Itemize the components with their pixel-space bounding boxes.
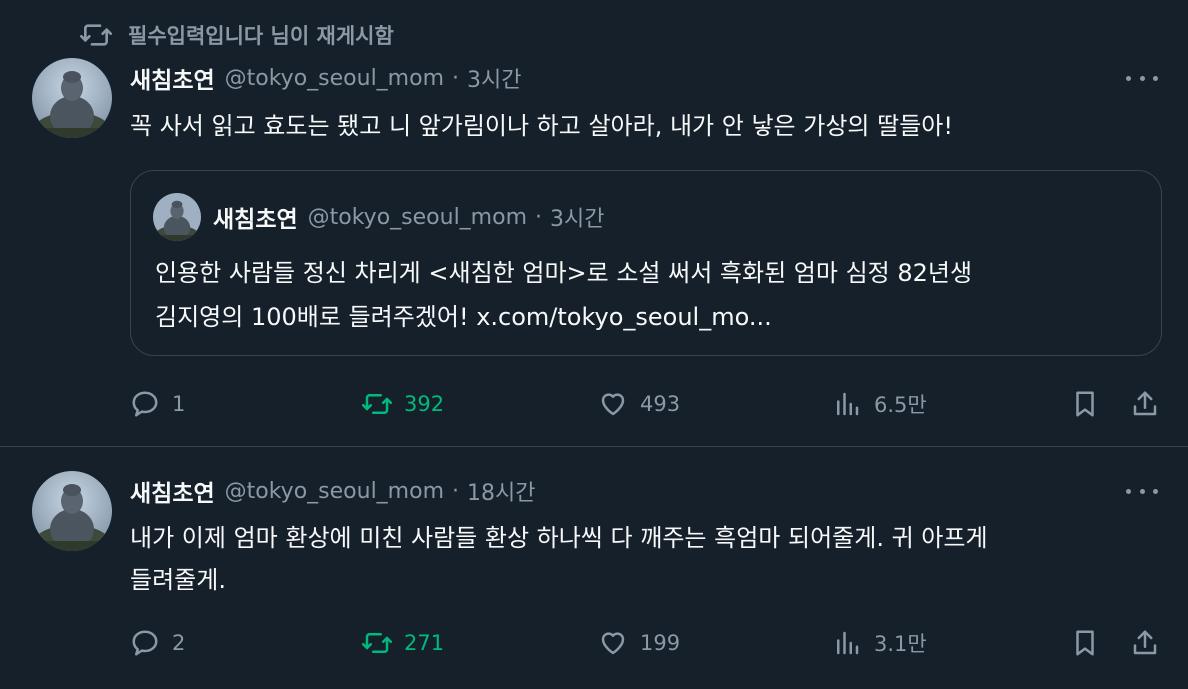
more-button[interactable] [1126,68,1158,88]
tweet[interactable]: 새침초연 @tokyo_seoul_mom · 18시간 내가 이제 엄마 환상… [0,447,1188,689]
views-count: 3.1만 [874,632,927,656]
quoted-text-line: 인용한 사람들 정신 차리게 <새침한 엄마>로 소설 써서 흑화된 엄마 심정… [155,259,973,287]
views-count: 6.5만 [874,393,927,417]
tweet-header: 새침초연 @tokyo_seoul_mom · 18시간 [130,473,535,509]
retweet-banner[interactable]: 필수입력입니다 님이 재게시함 [80,18,394,52]
buddha-statue-avatar [153,193,201,241]
tweet-header: 새침초연 @tokyo_seoul_mom · 3시간 [130,60,521,96]
repost-button[interactable]: 271 [362,623,444,663]
bookmark-button[interactable] [1070,623,1112,663]
quoted-text-line: 김지영의 100배로 들려주겠어! x.com/tokyo_seoul_mo..… [155,303,772,331]
quoted-avatar[interactable] [153,193,201,241]
reply-count: 2 [172,631,186,655]
tweet-text: 꼭 사서 읽고 효도는 됐고 니 앞가림이나 하고 살아라, 내가 안 낳은 가… [130,112,953,140]
timeline-feed: 필수입력입니다 님이 재게시함 새침초연 @tokyo_seoul_mom · [0,0,1188,689]
more-icon [1126,488,1131,494]
like-count: 493 [640,392,681,416]
separator-dot: · [535,204,542,230]
reply-button[interactable]: 2 [130,623,185,663]
timestamp[interactable]: 18시간 [467,475,535,507]
avatar[interactable] [32,58,112,138]
separator-dot: · [452,478,459,504]
heart-icon [601,632,625,655]
like-button[interactable]: 199 [598,623,680,663]
buddha-statue-avatar [32,471,112,551]
views-button[interactable]: 6.5만 [832,384,927,424]
tweet[interactable]: 필수입력입니다 님이 재게시함 새침초연 @tokyo_seoul_mom · [0,0,1188,446]
quoted-author-handle: @tokyo_seoul_mom [307,204,527,230]
author-handle[interactable]: @tokyo_seoul_mom [225,479,444,504]
share-icon [1133,630,1157,655]
retweet-icon [362,394,392,414]
timestamp[interactable]: 3시간 [467,62,521,94]
reply-count: 1 [172,392,186,416]
reply-icon [132,391,158,417]
tweet-text: 내가 이제 엄마 환상에 미친 사람들 환상 하나씩 다 깨주는 흑엄마 되어줄… [130,517,1160,601]
quoted-text: 인용한 사람들 정신 차리게 <새침한 엄마>로 소설 써서 흑화된 엄마 심정… [155,251,1145,339]
author-name[interactable]: 새침초연 [130,61,215,95]
separator-dot: · [452,65,459,91]
repost-count: 392 [404,392,445,416]
views-icon [837,631,859,655]
views-button[interactable]: 3.1만 [832,623,927,663]
views-icon [837,392,859,416]
like-count: 199 [640,631,681,655]
like-button[interactable]: 493 [598,384,680,424]
avatar[interactable] [32,471,112,551]
share-icon [1133,391,1157,416]
retweet-icon [80,24,112,46]
action-bar: 1 392 493 6.5만 [0,384,1188,424]
retweet-icon [362,633,392,653]
author-handle[interactable]: @tokyo_seoul_mom [225,66,444,91]
share-button[interactable] [1130,384,1172,424]
quoted-timestamp: 3시간 [550,207,605,232]
tweet-text-line: 들려줄게. [130,566,226,594]
reply-icon [132,630,158,656]
heart-icon [601,393,625,416]
buddha-statue-avatar [32,58,112,138]
action-bar: 2 271 199 3.1만 [0,623,1188,663]
reply-button[interactable]: 1 [130,384,185,424]
bookmark-icon [1076,630,1094,656]
more-icon [1126,75,1131,81]
more-button[interactable] [1126,481,1158,501]
retweet-banner-text: 필수입력입니다 님이 재게시함 [128,24,394,48]
quoted-tweet[interactable]: 새침초연 @tokyo_seoul_mom · 3시간 인용한 사람들 정신 차… [130,170,1162,356]
quoted-author-name: 새침초연 [213,207,298,233]
bookmark-icon [1076,391,1094,417]
share-button[interactable] [1130,623,1172,663]
author-name[interactable]: 새침초연 [130,474,215,508]
repost-count: 271 [404,631,445,655]
tweet-text-line: 내가 이제 엄마 환상에 미친 사람들 환상 하나씩 다 깨주는 흑엄마 되어줄… [130,524,988,552]
bookmark-button[interactable] [1070,384,1112,424]
quoted-header: 새침초연 @tokyo_seoul_mom · 3시간 [213,199,604,235]
repost-button[interactable]: 392 [362,384,444,424]
